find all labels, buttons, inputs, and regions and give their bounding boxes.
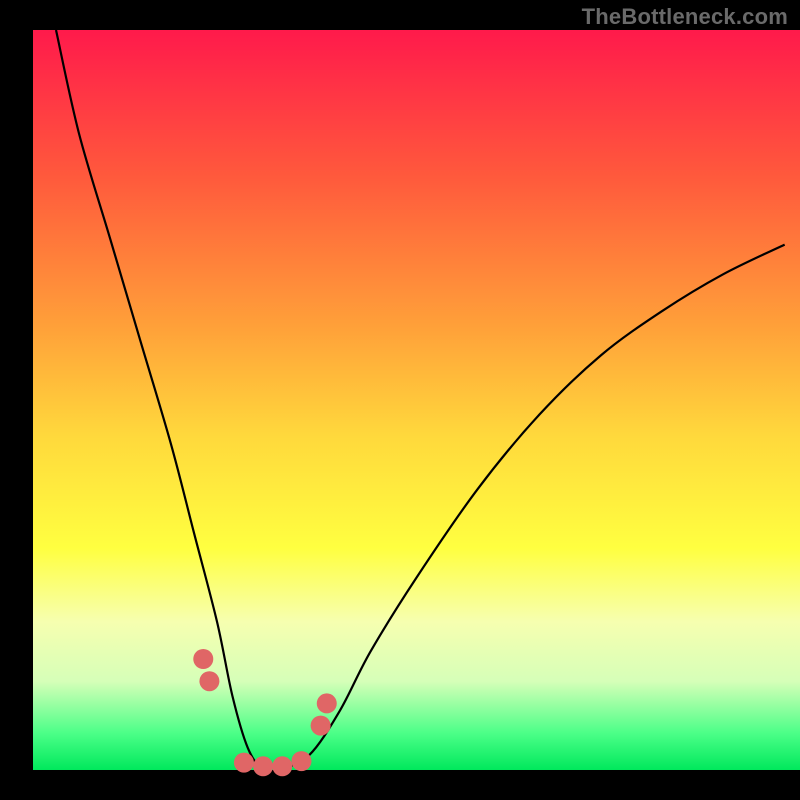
watermark-text: TheBottleneck.com [582, 4, 788, 30]
bottleneck-chart [0, 0, 800, 800]
chart-frame: TheBottleneck.com [0, 0, 800, 800]
highlight-dot [311, 716, 331, 736]
highlight-dot [291, 751, 311, 771]
highlight-dot [199, 671, 219, 691]
highlight-dot [317, 693, 337, 713]
plot-background [33, 30, 800, 770]
highlight-dot [234, 753, 254, 773]
highlight-dot [272, 756, 292, 776]
highlight-dot [253, 756, 273, 776]
highlight-dot [193, 649, 213, 669]
